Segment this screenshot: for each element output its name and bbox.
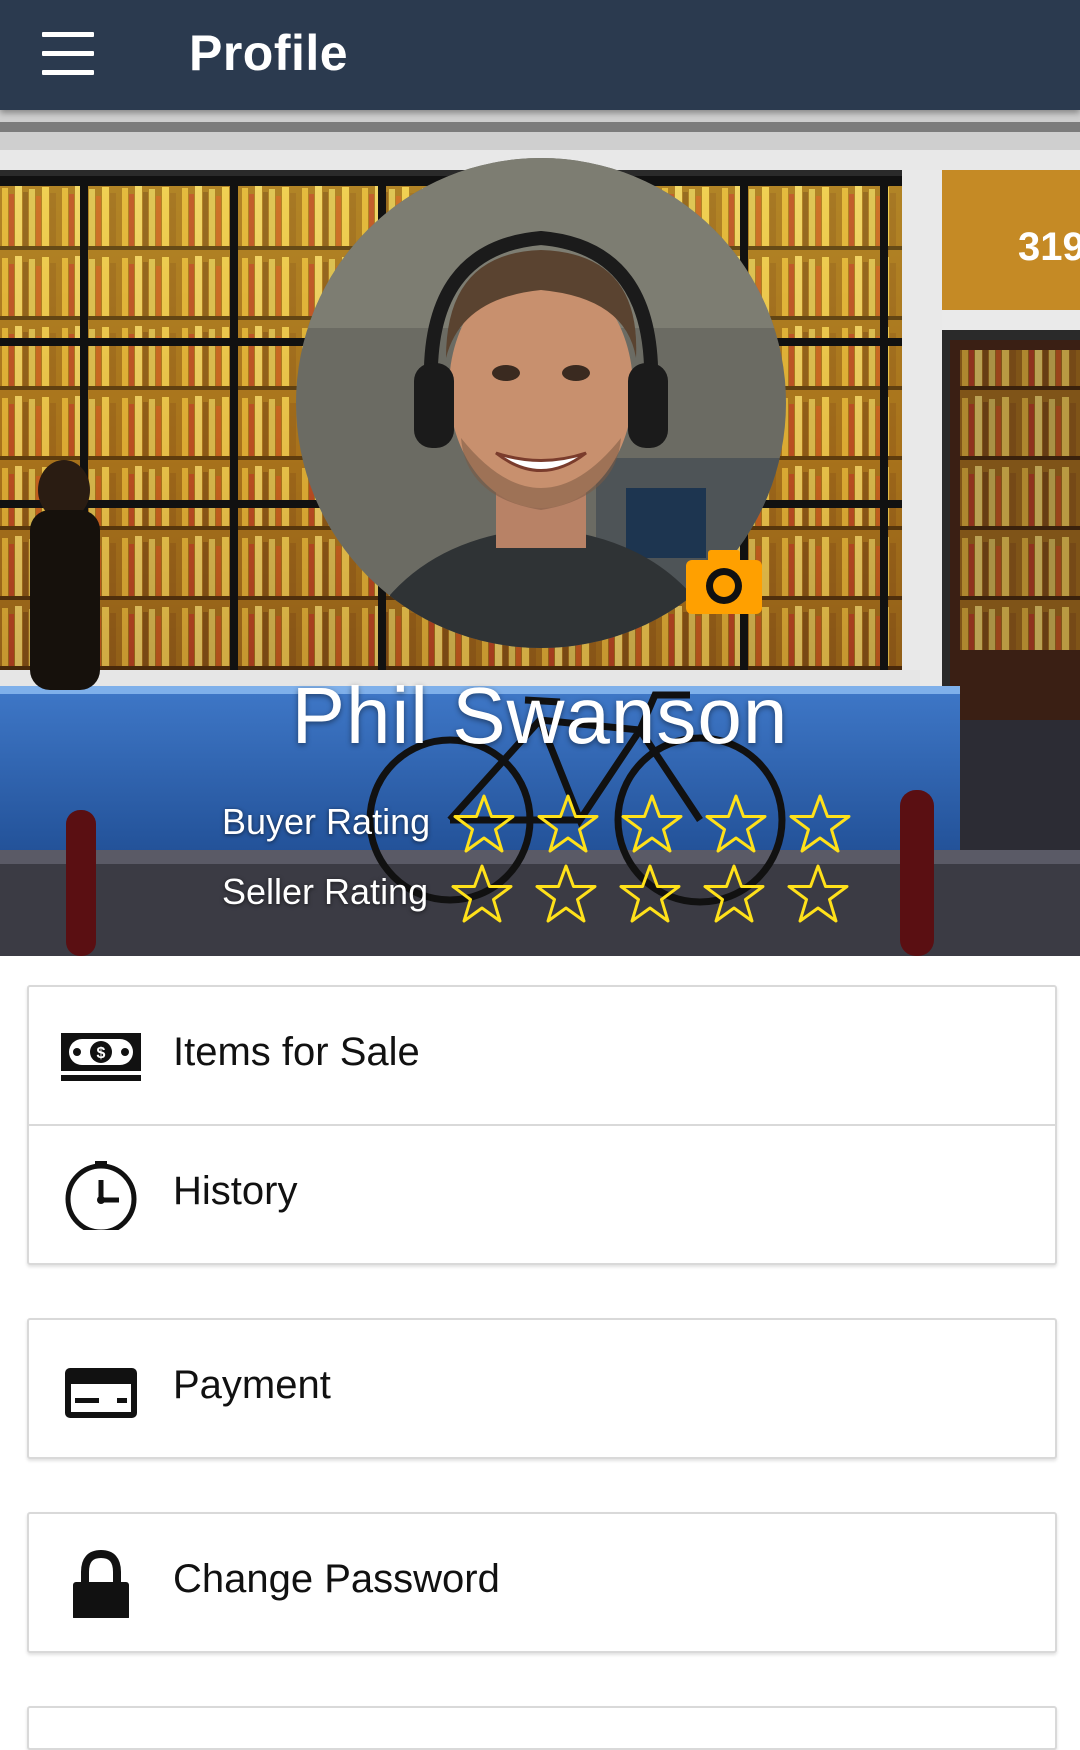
- lock-icon: [73, 1549, 129, 1618]
- payment-label: Payment: [173, 1363, 331, 1407]
- seller-rating-stars: [450, 863, 1072, 925]
- menu-item-change-password[interactable]: Change Password: [29, 1514, 1055, 1651]
- money-icon: $: [61, 1033, 141, 1081]
- change-password-label: Change Password: [173, 1557, 500, 1601]
- star-icon[interactable]: [536, 793, 600, 855]
- payment-card: Payment: [27, 1318, 1057, 1459]
- star-icon[interactable]: [618, 863, 682, 925]
- buyer-rating-stars: [452, 793, 1072, 853]
- activity-card: $ Items for Sale History: [27, 985, 1057, 1265]
- menu-item-history[interactable]: History: [29, 1124, 1055, 1263]
- star-icon[interactable]: [620, 793, 684, 855]
- seller-rating-label: Seller Rating: [222, 871, 429, 912]
- svg-text:319: 319: [1018, 225, 1080, 269]
- buyer-rating-label: Buyer Rating: [222, 801, 431, 842]
- clock-icon: [65, 1161, 137, 1230]
- star-icon[interactable]: [704, 793, 768, 855]
- profile-cover: 319 Phil Swanson Buyer Rating Seller Rat…: [0, 110, 1080, 956]
- items-for-sale-label: Items for Sale: [173, 1030, 420, 1074]
- star-icon[interactable]: [534, 863, 598, 925]
- hamburger-menu-icon[interactable]: [40, 32, 96, 76]
- profile-name: Phil Swanson: [291, 671, 789, 760]
- star-icon[interactable]: [786, 863, 850, 925]
- next-card-partial: [27, 1706, 1057, 1750]
- security-card: Change Password: [27, 1512, 1057, 1653]
- camera-icon[interactable]: [686, 548, 762, 614]
- app-bar: Profile: [0, 0, 1080, 110]
- menu-item-items-for-sale[interactable]: $ Items for Sale: [29, 987, 1055, 1124]
- menu-item-payment[interactable]: Payment: [29, 1320, 1055, 1457]
- star-icon[interactable]: [788, 793, 852, 855]
- history-label: History: [173, 1169, 298, 1213]
- star-icon[interactable]: [702, 863, 766, 925]
- star-icon[interactable]: [452, 793, 516, 855]
- credit-card-icon: [65, 1368, 137, 1418]
- star-icon[interactable]: [450, 863, 514, 925]
- svg-text:$: $: [97, 1045, 106, 1062]
- page-title: Profile: [189, 25, 349, 81]
